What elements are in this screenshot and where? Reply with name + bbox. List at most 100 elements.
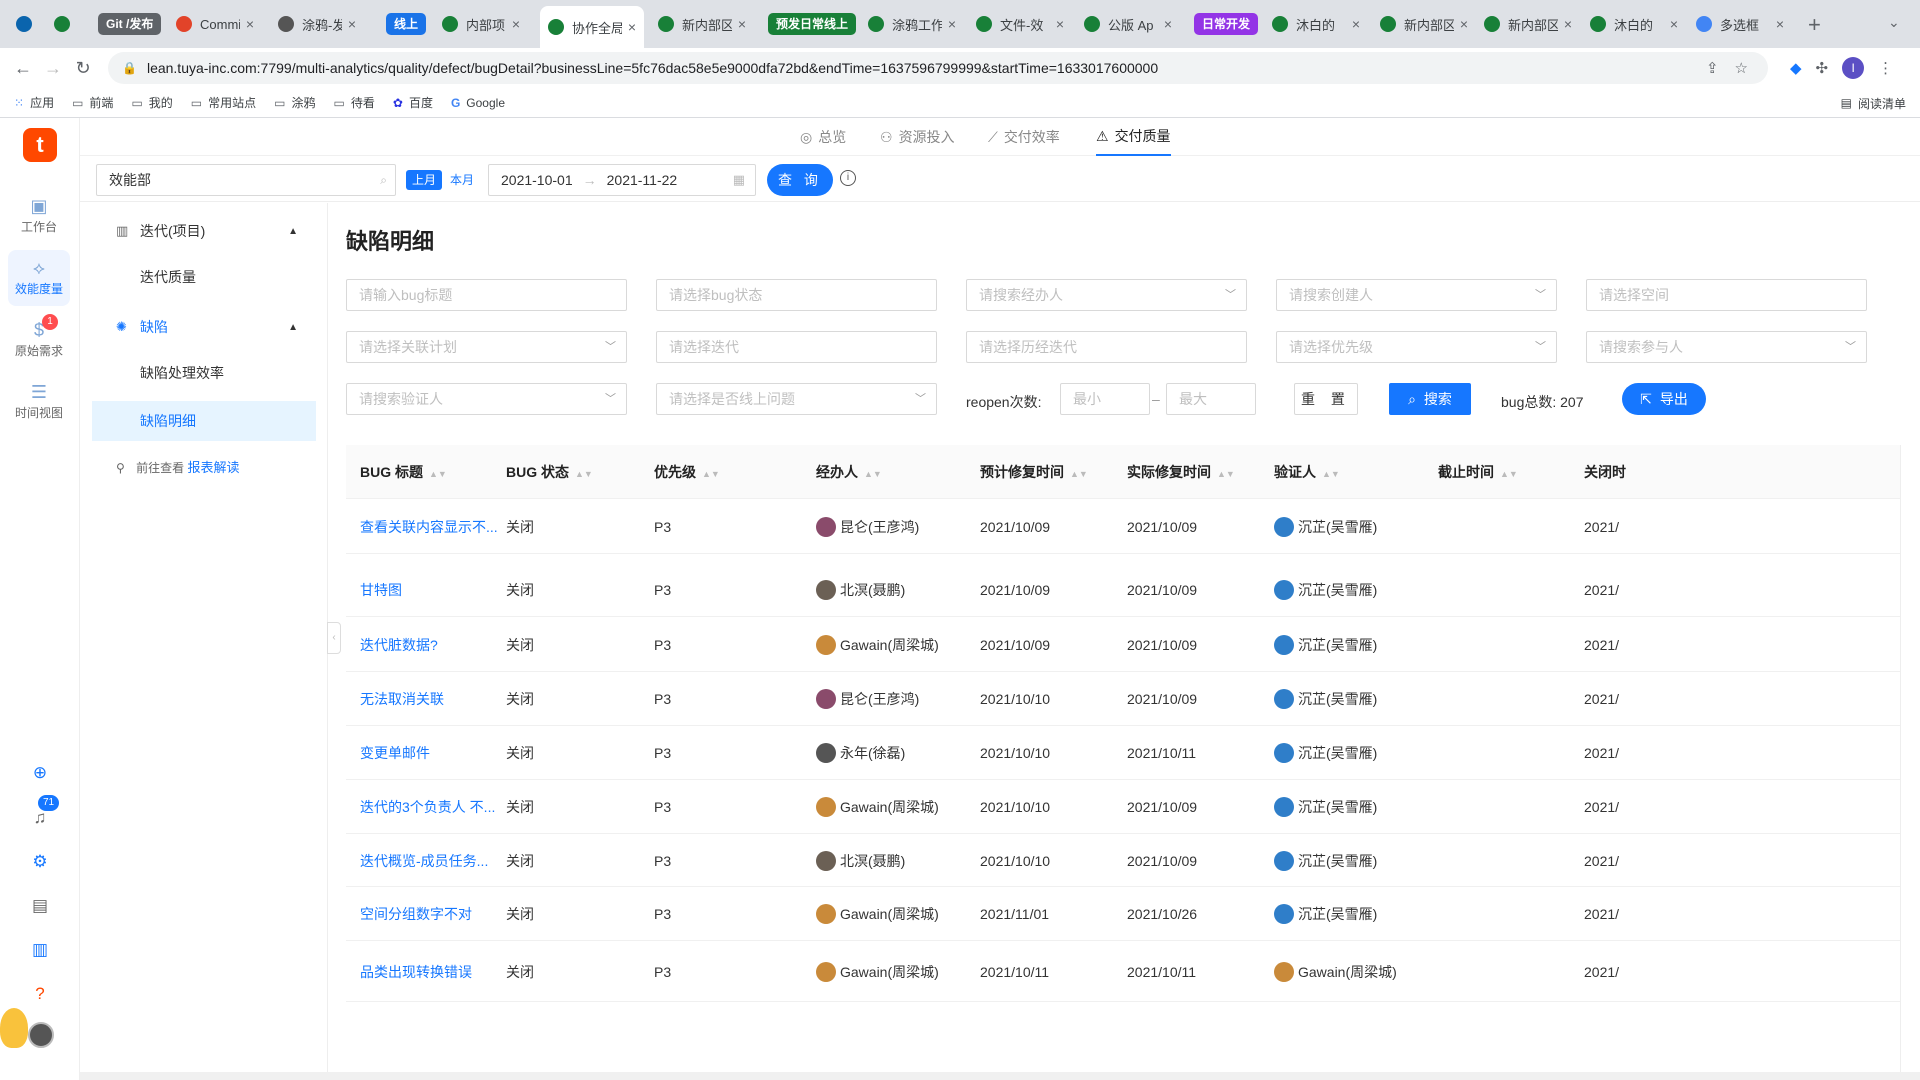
cell-title[interactable]: 变更单邮件 bbox=[360, 743, 430, 763]
close-tab-icon[interactable]: × bbox=[348, 16, 356, 32]
browser-tab[interactable]: 多选框 × bbox=[1688, 8, 1792, 40]
book-icon[interactable]: ▥ bbox=[28, 938, 52, 962]
back-icon[interactable]: ← bbox=[8, 58, 38, 79]
bug-status-select[interactable]: 请选择bug状态 bbox=[656, 279, 937, 311]
browser-tab[interactable]: 内部项目 × bbox=[434, 8, 528, 40]
tab-group-label[interactable]: 日常开发 bbox=[1194, 13, 1259, 35]
tab-search-icon[interactable]: ⌄ bbox=[1888, 14, 1900, 31]
close-tab-icon[interactable]: × bbox=[1352, 16, 1360, 32]
tab-quality[interactable]: ⚠ 交付质量 bbox=[1096, 118, 1171, 156]
column-header[interactable]: 经办人 ▲▼ bbox=[816, 445, 882, 499]
vertical-scrollbar[interactable] bbox=[1900, 445, 1920, 1072]
last-month-button[interactable]: 上月 bbox=[406, 170, 443, 190]
sort-icon[interactable]: ▲▼ bbox=[1217, 469, 1235, 479]
cell-title[interactable]: 迭代的3个负责人 不... bbox=[360, 797, 495, 817]
menu-item-iteration-quality[interactable]: 迭代质量 bbox=[92, 257, 316, 297]
rail-item-metrics[interactable]: ⟡ 效能度量 bbox=[8, 250, 70, 306]
column-header[interactable]: 截止时间 ▲▼ bbox=[1438, 445, 1518, 499]
end-date[interactable]: 2021-11-22 bbox=[607, 172, 678, 188]
cell-title[interactable]: 甘特图 bbox=[360, 580, 402, 600]
tab-efficiency[interactable]: ⟋ 交付效率 bbox=[988, 118, 1060, 156]
sort-icon[interactable]: ▲▼ bbox=[1322, 469, 1340, 479]
table-row[interactable]: 甘特图 关闭 P3 北溟(聂鹏) 2021/10/09 2021/10/09 沉芷(吴雪雁)… bbox=[346, 563, 1900, 617]
verifier-select[interactable]: 请搜索验证人 ﹀ bbox=[346, 383, 627, 415]
rail-item-requirements[interactable]: $ 1 原始需求 bbox=[8, 312, 70, 368]
browser-tab[interactable] bbox=[8, 8, 36, 40]
sort-icon[interactable]: ▲▼ bbox=[864, 469, 882, 479]
close-tab-icon[interactable]: × bbox=[512, 16, 520, 32]
puzzle-icon[interactable]: ✣ bbox=[1816, 59, 1829, 77]
bug-title-input[interactable]: 请输入bug标题 bbox=[346, 279, 627, 311]
sort-icon[interactable]: ▲▼ bbox=[575, 469, 593, 479]
bookmark-google[interactable]: G Google bbox=[451, 96, 505, 110]
browser-tab[interactable]: 新内部区 × bbox=[1476, 8, 1580, 40]
horizontal-scrollbar[interactable] bbox=[80, 1072, 1920, 1080]
browser-tab[interactable]: 公版 Ap × bbox=[1076, 8, 1180, 40]
tab-group-label[interactable]: 线上 bbox=[386, 13, 427, 35]
bookmark-folder-common[interactable]: ▭ 常用站点 bbox=[191, 94, 256, 111]
tuya-logo[interactable]: t bbox=[23, 128, 57, 162]
report-guide-link[interactable]: 报表解读 bbox=[188, 460, 240, 475]
menu-group-iteration[interactable]: ▥ 迭代(项目) ▲ bbox=[80, 209, 328, 253]
table-row[interactable]: 迭代脏数据? 关闭 P3 Gawain(周梁城) 2021/10/09 2021/10/0… bbox=[346, 618, 1900, 672]
reset-button[interactable]: 重 置 bbox=[1294, 383, 1358, 415]
sort-icon[interactable]: ▲▼ bbox=[1500, 469, 1518, 479]
menu-item-defect-efficiency[interactable]: 缺陷处理效率 bbox=[92, 353, 316, 393]
reopen-max-input[interactable]: 最大 bbox=[1166, 383, 1256, 415]
browser-tab[interactable]: 文件-效 × bbox=[968, 8, 1072, 40]
menu-item-defect-detail[interactable]: 缺陷明细 bbox=[92, 401, 316, 441]
help-icon[interactable]: ? bbox=[28, 982, 52, 1006]
browser-tab[interactable]: 沐白的 × bbox=[1582, 8, 1686, 40]
menu-group-defect[interactable]: ✺ 缺陷 ▲ bbox=[80, 305, 328, 349]
participant-select[interactable]: 请搜索参与人 ﹀ bbox=[1586, 331, 1867, 363]
settings-icon[interactable]: ⚙ bbox=[28, 850, 52, 874]
bookmark-folder-mine[interactable]: ▭ 我的 bbox=[131, 94, 172, 111]
close-tab-icon[interactable]: × bbox=[628, 19, 636, 35]
info-icon[interactable]: i bbox=[840, 170, 856, 186]
cell-title[interactable]: 迭代概览-成员任务... bbox=[360, 851, 488, 871]
department-search-input[interactable]: 效能部 ⌕ bbox=[96, 164, 396, 196]
column-header[interactable]: 验证人 ▲▼ bbox=[1274, 445, 1340, 499]
export-button[interactable]: ⇱ 导出 bbox=[1622, 383, 1706, 415]
close-tab-icon[interactable]: × bbox=[1056, 16, 1064, 32]
history-iteration-select[interactable]: 请选择历经迭代 bbox=[966, 331, 1247, 363]
share-icon[interactable]: ⇪ bbox=[1706, 59, 1719, 77]
rail-item-timeline[interactable]: ☰ 时间视图 bbox=[8, 374, 70, 430]
close-tab-icon[interactable]: × bbox=[738, 16, 746, 32]
column-header[interactable]: 关闭时 bbox=[1584, 445, 1626, 499]
close-tab-icon[interactable]: × bbox=[1564, 16, 1572, 32]
table-row[interactable]: 变更单邮件 关闭 P3 永年(徐磊) 2021/10/10 2021/10/11 沉芷(吴雪… bbox=[346, 726, 1900, 780]
browser-tab[interactable]: 新内部区 × bbox=[650, 8, 754, 40]
space-select[interactable]: 请选择空间 bbox=[1586, 279, 1867, 311]
forward-icon[interactable]: → bbox=[38, 58, 68, 79]
cell-title[interactable]: 查看关联内容显示不... bbox=[360, 517, 498, 537]
handler-select[interactable]: 请搜索经办人 ﹀ bbox=[966, 279, 1247, 311]
cell-title[interactable]: 品类出现转换错误 bbox=[360, 962, 472, 982]
close-tab-icon[interactable]: × bbox=[1164, 16, 1172, 32]
this-month-button[interactable]: 本月 bbox=[444, 170, 480, 190]
browser-tab[interactable]: 沐白的 × bbox=[1264, 8, 1368, 40]
close-tab-icon[interactable]: × bbox=[1776, 16, 1784, 32]
column-header[interactable]: 优先级 ▲▼ bbox=[654, 445, 720, 499]
start-date[interactable]: 2021-10-01 bbox=[501, 172, 573, 188]
column-header[interactable]: 实际修复时间 ▲▼ bbox=[1127, 445, 1235, 499]
table-row[interactable]: 品类出现转换错误 关闭 P3 Gawain(周梁城) 2021/10/11 2021/10… bbox=[346, 942, 1900, 1002]
query-button[interactable]: 查 询 bbox=[767, 164, 833, 196]
cell-title[interactable]: 空间分组数字不对 bbox=[360, 904, 472, 924]
rail-item-workbench[interactable]: ▣ 工作台 bbox=[8, 188, 70, 244]
user-avatar[interactable] bbox=[28, 1022, 54, 1048]
reload-icon[interactable]: ↻ bbox=[68, 58, 98, 79]
sort-icon[interactable]: ▲▼ bbox=[429, 469, 447, 479]
online-issue-select[interactable]: 请选择是否线上问题 ﹀ bbox=[656, 383, 937, 415]
sort-icon[interactable]: ▲▼ bbox=[702, 469, 720, 479]
iteration-select[interactable]: 请选择迭代 bbox=[656, 331, 937, 363]
creator-select[interactable]: 请搜索创建人 ﹀ bbox=[1276, 279, 1557, 311]
column-header[interactable]: BUG 状态 ▲▼ bbox=[506, 445, 593, 499]
browser-tab[interactable]: 涂鸦工作 × bbox=[860, 8, 964, 40]
bookmark-folder-tuya[interactable]: ▭ 涂鸦 bbox=[274, 94, 315, 111]
bookmark-baidu[interactable]: ✿ 百度 bbox=[393, 94, 433, 111]
tab-resource[interactable]: ⚇ 资源投入 bbox=[880, 118, 955, 156]
new-tab-icon[interactable]: + bbox=[1808, 12, 1821, 38]
browser-tab[interactable]: 涂鸦-发 × bbox=[270, 8, 364, 40]
table-row[interactable]: 迭代的3个负责人 不... 关闭 P3 Gawain(周梁城) 2021/10/10 20… bbox=[346, 780, 1900, 834]
